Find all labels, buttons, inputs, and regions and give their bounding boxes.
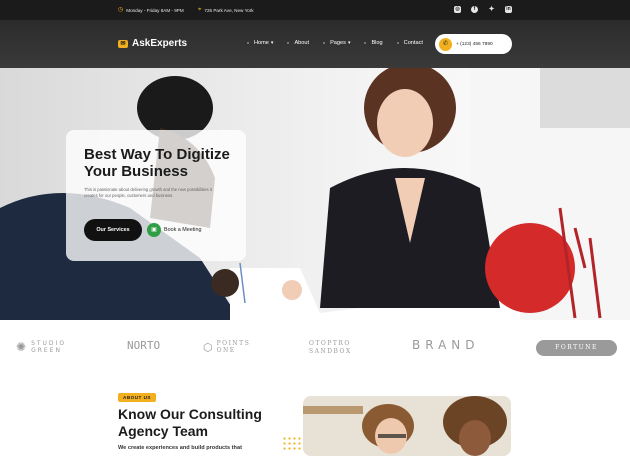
book-meeting-label: Book a Meeting — [164, 227, 202, 233]
location-pin-icon: ⌖ — [198, 7, 202, 13]
about-section: ABOUT US Know Our Consulting Agency Team… — [0, 376, 630, 456]
chevron-down-icon: ▾ — [270, 40, 274, 46]
about-text: We create experiences and build products… — [118, 445, 242, 451]
brand-norto: NORTO — [127, 339, 161, 352]
phone-icon: ✆ — [439, 37, 452, 51]
chat-bubble-icon: ✉ — [118, 39, 128, 48]
main-header: ✉ AskExperts Home ▾ About Pages ▾ Blog Con… — [0, 20, 630, 68]
nav-blog-label: Blog — [371, 40, 383, 46]
nav-home-label: Home — [254, 40, 269, 46]
hours-text: Monday - Friday 8AM - 9PM — [126, 7, 184, 13]
social-links: ◎ f ✦ in — [454, 6, 512, 13]
nav-blog[interactable]: Blog — [364, 40, 383, 46]
book-meeting-button[interactable]: ▣ Book a Meeting — [147, 219, 212, 241]
sunburst-icon: ✺ — [16, 339, 28, 354]
nav-dot — [364, 42, 367, 44]
team-photo — [303, 396, 511, 456]
nav-home[interactable]: Home ▾ — [247, 40, 273, 46]
about-badge: ABOUT US — [118, 393, 156, 402]
hero-title: Best Way To Digitize Your Business — [84, 146, 230, 180]
calendar-icon: ▣ — [147, 223, 161, 237]
clock-icon: ◷ — [118, 7, 124, 13]
nav-dot — [396, 42, 399, 44]
nav-pages-label: Pages — [330, 40, 346, 46]
phone-number: + (123) 456 7890 — [456, 41, 493, 47]
brand-brand: BRAND — [412, 338, 480, 352]
nav-contact-label: Contact — [403, 40, 423, 46]
brand-points-one: ⬡ POINTS ONE — [203, 340, 251, 354]
hero-section: Best Way To Digitize Your Business This … — [0, 68, 630, 320]
site-logo[interactable]: ✉ AskExperts — [118, 38, 187, 49]
nav-about-label: About — [294, 40, 310, 46]
team-photo-graphic — [303, 396, 511, 456]
brand-logos-strip: ✺ STUDIO GREEN NORTO ⬡ POINTS ONE OTOPTR… — [0, 320, 630, 376]
nav-dot — [323, 42, 326, 44]
nav-dot — [287, 42, 290, 44]
decorative-dots — [282, 436, 302, 450]
about-title: Know Our Consulting Agency Team — [118, 406, 262, 439]
hero-card: Best Way To Digitize Your Business This … — [66, 130, 246, 261]
address-text: 725 Park Ave, New York — [204, 7, 254, 13]
phone-button[interactable]: ✆ + (123) 456 7890 — [435, 34, 512, 54]
nav-dot — [247, 42, 249, 44]
top-bar: ◷ Monday - Friday 8AM - 9PM ⌖ 725 Park A… — [0, 0, 630, 20]
twitter-icon[interactable]: ✦ — [488, 6, 495, 13]
facebook-icon[interactable]: f — [471, 6, 478, 13]
hours-info: ◷ Monday - Friday 8AM - 9PM — [118, 7, 184, 13]
hero-description: This is passionate about delivering grow… — [84, 187, 212, 198]
nav-contact[interactable]: Contact — [396, 40, 423, 46]
address-info: ⌖ 725 Park Ave, New York — [198, 7, 254, 13]
nav-pages[interactable]: Pages ▾ — [323, 40, 350, 46]
brand-studio-green: ✺ STUDIO GREEN — [16, 339, 67, 354]
our-services-button[interactable]: Our Services — [84, 219, 142, 241]
nav-about[interactable]: About — [287, 40, 309, 46]
brand-fortune: FORTUNE — [536, 340, 617, 356]
main-nav: Home ▾ About Pages ▾ Blog Contact — [247, 40, 437, 46]
instagram-icon[interactable]: ◎ — [454, 6, 461, 13]
chevron-down-icon: ▾ — [347, 40, 351, 46]
hexagon-icon: ⬡ — [203, 340, 214, 354]
brand-sandbox: OTOPTRO SANDBOX — [309, 340, 352, 355]
logo-text: AskExperts — [132, 38, 188, 49]
linkedin-icon[interactable]: in — [505, 6, 512, 13]
